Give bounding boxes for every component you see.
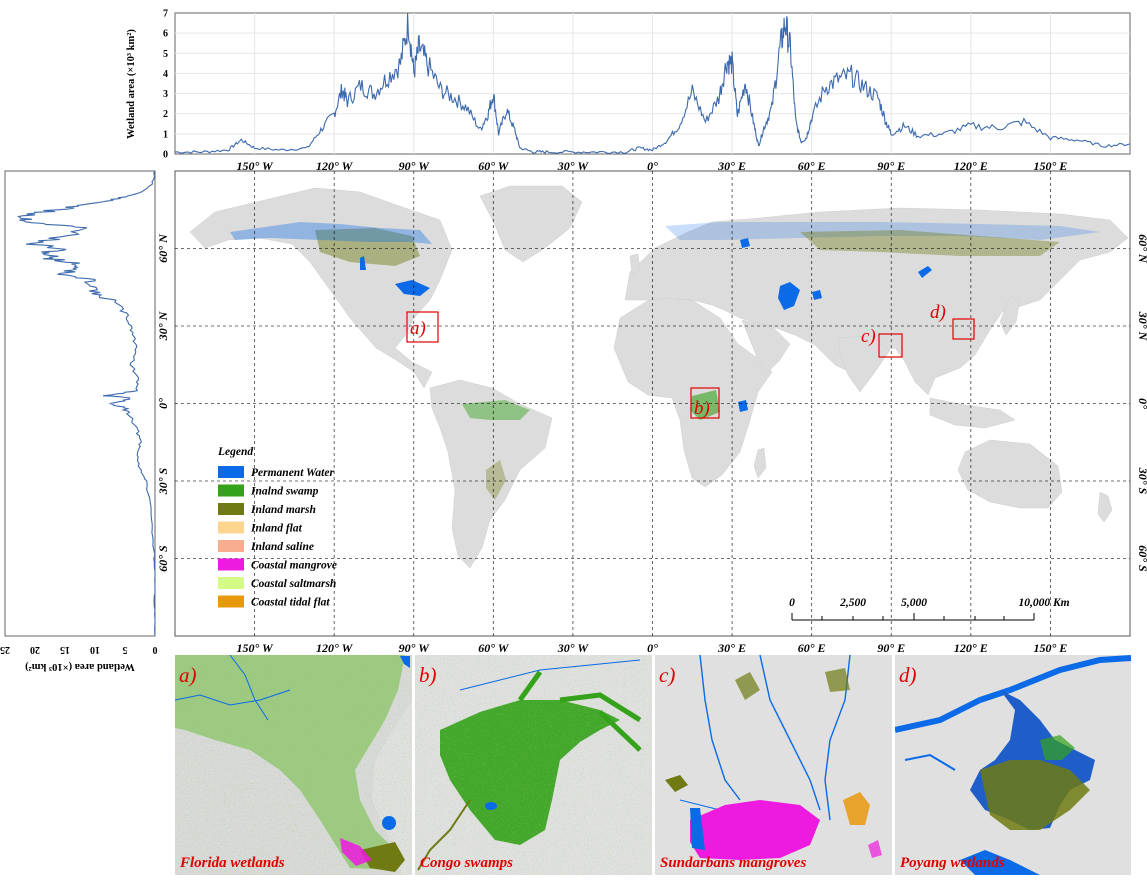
map-lon-label: 30° W (557, 641, 590, 655)
top-ytick-label: 7 (163, 9, 168, 20)
map-lon-label: 30° E (717, 641, 746, 655)
map-lat-label-right: 30° S (1136, 467, 1147, 495)
panel-d-poyang (895, 655, 1131, 875)
map-lon-labels: 150° W 120° W 90° W 60° W 30° W 0° 30° E 60° E 9… (236, 641, 1067, 655)
world-map: 150° W 120° W 90° W 60° W 30° W 0° 30° E 60° E 9… (156, 170, 1147, 655)
map-lat-label-left: 30° N (156, 310, 170, 341)
legend-label: Coastal tidal flat (251, 597, 330, 609)
region-box-d-label: d) (930, 302, 946, 323)
top-ylabel: Wetland area (×10³ km²) (126, 29, 137, 139)
scale-label-2500: 2,500 (839, 597, 866, 609)
map-lon-label: 120° W (316, 641, 354, 655)
map-lat-label-left: 60° N (156, 233, 170, 263)
legend-title: Legend (217, 446, 253, 458)
map-lat-label-left: 0° (156, 398, 170, 409)
map-lon-label: 90° E (877, 641, 905, 655)
map-lat-label-right: 60° N (1136, 234, 1147, 264)
panel-a-letter: a) (179, 663, 197, 687)
legend-item: Inland marsh (218, 503, 316, 516)
top-ytick-label: 0 (163, 150, 168, 161)
top-ytick-label: 2 (163, 109, 168, 120)
legend-label: Inland flat (250, 523, 303, 535)
legend-item: Coastal saltmarsh (218, 577, 336, 590)
side-xtick-label: 15 (60, 644, 70, 655)
legend-swatch (218, 484, 244, 497)
map-lon-label: 150° E (1034, 641, 1068, 655)
map-lat-label-left: 30° S (156, 467, 170, 495)
side-x-ticks: 25 20 15 10 5 0 (0, 644, 158, 655)
legend-swatch (218, 466, 244, 478)
region-box-b-label: b) (694, 398, 710, 419)
top-ytick-label: 3 (163, 89, 168, 100)
side-xtick-label: 20 (30, 644, 40, 655)
region-box-a-label: a) (410, 318, 426, 339)
legend-item: Inland saline (218, 540, 314, 553)
top-ytick-label: 5 (163, 49, 168, 60)
legend-item: Coastal mangrove (218, 558, 337, 572)
legend-label: Inalnd swamp (250, 486, 319, 498)
top-ytick-label: 6 (163, 29, 168, 40)
side-plot-frame (4, 170, 156, 637)
legend-swatch (218, 577, 244, 589)
legend-swatch (218, 503, 244, 515)
legend-swatch (218, 558, 244, 571)
legend-item: Inalnd swamp (218, 484, 319, 498)
map-lon-label: 60° E (798, 641, 826, 655)
panel-c-letter: c) (659, 663, 675, 687)
map-lat-label-right: 30° N (1136, 311, 1147, 342)
legend-swatch (218, 540, 244, 552)
legend-label: Inland saline (250, 541, 314, 553)
legend-item: Permanent Water (218, 466, 334, 479)
map-lon-label: 90° W (399, 641, 431, 655)
side-xlabel: Wetland area (×10³ km²) (25, 661, 135, 672)
legend-label: Permanent Water (251, 467, 334, 479)
panel-c-caption: Sundarbans mangroves (660, 855, 806, 871)
map-lat-label-right: 0° (1136, 398, 1147, 409)
map-lon-label: 0° (647, 641, 658, 655)
side-xtick-label: 5 (123, 644, 128, 655)
panel-b-letter: b) (419, 663, 437, 687)
panel-d-letter: d) (899, 663, 917, 687)
side-xtick-label: 25 (0, 644, 10, 655)
side-profile-chart: 25 20 15 10 5 0 Wetland area (×10³ km²) (0, 170, 158, 672)
region-box-c-label: c) (861, 326, 876, 347)
top-ytick-label: 1 (163, 129, 168, 140)
panel-b-caption: Congo swamps (420, 855, 513, 871)
top-profile-chart: 01234567 150° W 120° W 90° W 60° W 30° W 0° 30… (126, 9, 1131, 173)
panel-a-florida (175, 655, 412, 875)
map-lon-label: 150° W (236, 641, 274, 655)
top-y-ticks: 0 1 2 3 4 5 6 7 (163, 9, 168, 161)
scale-label-5000: 5,000 (901, 597, 927, 609)
scale-label-0: 0 (789, 597, 795, 609)
panel-a-caption: Florida wetlands (179, 855, 285, 871)
map-lat-label-right: 60° S (1136, 545, 1147, 572)
panel-c-sundarbans (655, 655, 892, 875)
legend-item: Inland flat (218, 521, 303, 535)
legend-label: Coastal mangrove (251, 560, 337, 572)
map-lon-label: 120° E (954, 641, 988, 655)
legend-label: Coastal saltmarsh (251, 578, 336, 590)
top-ytick-label: 4 (163, 69, 168, 80)
legend-swatch (218, 595, 244, 608)
uk (629, 253, 641, 275)
map-lat-label-left: 60° S (156, 545, 170, 572)
side-xtick-label: 0 (153, 644, 158, 655)
scale-label-10000: 10,000 Km (1018, 597, 1069, 609)
panel-d-caption: Poyang wetlands (900, 855, 1005, 871)
map-lon-label: 60° W (478, 641, 510, 655)
legend-label: Inland marsh (250, 504, 316, 516)
legend-item: Coastal tidal flat (218, 595, 330, 609)
side-xtick-label: 10 (90, 644, 100, 655)
panel-b-congo (415, 655, 652, 875)
figure-canvas: 0 1 2 3 4 5 6 7 150° W 120° W 90° W 60° W 30° W 0° 30… (0, 9, 1147, 875)
legend-swatch (218, 521, 244, 534)
